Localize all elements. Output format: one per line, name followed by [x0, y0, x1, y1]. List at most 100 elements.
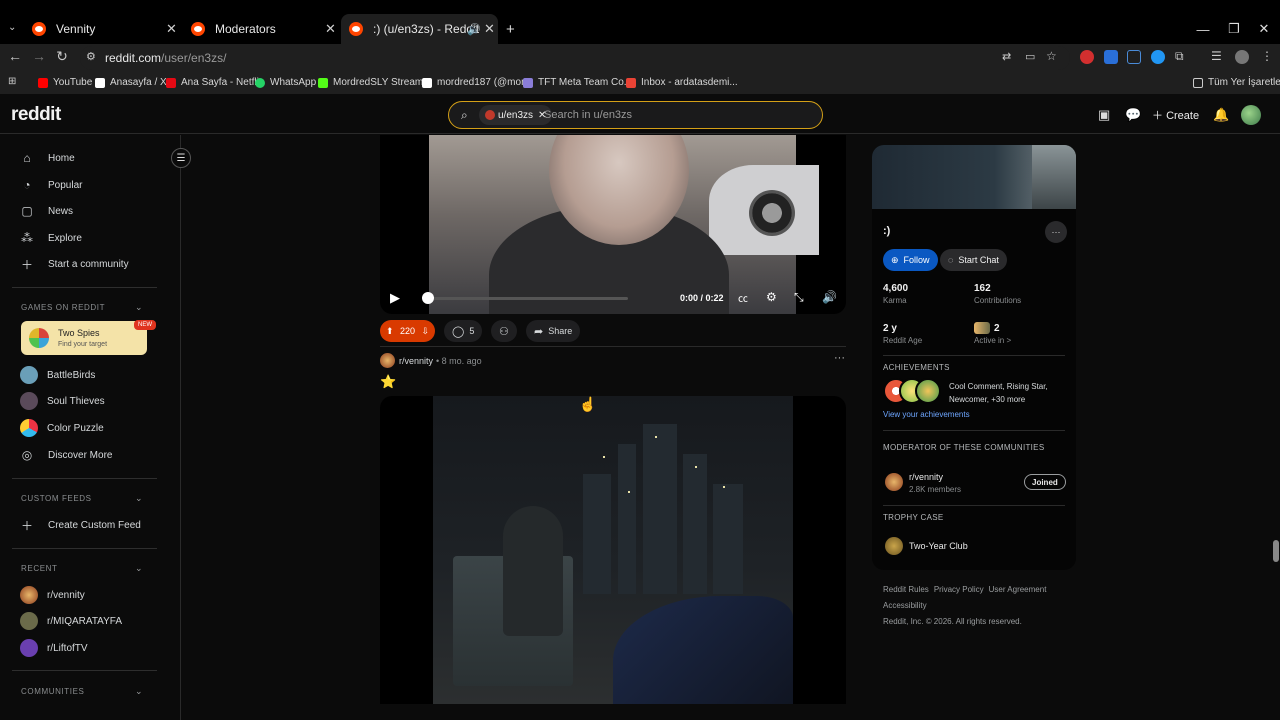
- bookmark-star-icon[interactable]: ☆: [1046, 49, 1057, 63]
- subreddit-avatar[interactable]: [380, 353, 395, 368]
- chevron-down-icon[interactable]: ⌄: [135, 563, 143, 574]
- tab-vennity[interactable]: Vennity ✕: [32, 14, 180, 44]
- create-button[interactable]: ＋ Create: [1152, 107, 1199, 123]
- games-heading[interactable]: GAMES ON REDDIT: [21, 303, 105, 312]
- active-in-link[interactable]: Active in >: [974, 336, 1011, 345]
- extension-red-icon[interactable]: [1080, 50, 1094, 64]
- advertise-icon[interactable]: ▣: [1098, 107, 1110, 123]
- extension-circle-icon[interactable]: [1151, 50, 1165, 64]
- more-options-icon[interactable]: ···: [1045, 221, 1067, 243]
- sidebar-item-explore[interactable]: ⁂ Explore: [20, 227, 82, 249]
- translate-icon[interactable]: ⇄: [1002, 50, 1011, 63]
- post-video-player[interactable]: [380, 396, 846, 704]
- close-icon[interactable]: ✕: [484, 21, 495, 37]
- share-button[interactable]: ➦ Share: [526, 320, 581, 342]
- speaker-icon[interactable]: 🔊: [467, 23, 481, 36]
- bookmark-netflix[interactable]: Ana Sayfa - Netflix: [166, 77, 264, 88]
- sidebar-item-soul-thieves[interactable]: Soul Thieves: [20, 390, 105, 412]
- mod-community-link[interactable]: r/vennity: [909, 472, 943, 482]
- minimize-icon[interactable]: —: [1188, 14, 1218, 44]
- recent-heading[interactable]: RECENT: [21, 564, 58, 573]
- sidebar-item-home[interactable]: ⌂ Home: [20, 147, 74, 169]
- search-bar[interactable]: ⌕ u/en3zs ✕: [448, 101, 823, 129]
- follow-button[interactable]: ⊕ Follow: [883, 249, 938, 271]
- chevron-down-icon[interactable]: ⌄: [135, 493, 143, 504]
- close-icon[interactable]: ✕: [325, 21, 336, 37]
- address-bar[interactable]: ⚙ reddit.com/user/en3zs/ ⇄ ▭ ☆: [80, 46, 1070, 70]
- extensions-puzzle-icon[interactable]: ⧉: [1175, 49, 1184, 64]
- sidebar-item-battlebirds[interactable]: BattleBirds: [20, 364, 95, 386]
- joined-button[interactable]: Joined: [1024, 474, 1066, 490]
- settings-gear-icon[interactable]: ⚙: [766, 290, 777, 304]
- scrollbar-thumb[interactable]: [1273, 540, 1279, 562]
- play-icon[interactable]: ▶: [390, 290, 400, 306]
- notifications-bell-icon[interactable]: 🔔: [1213, 107, 1229, 123]
- community-avatar[interactable]: [885, 473, 903, 491]
- search-input[interactable]: [544, 107, 804, 123]
- upvote-icon[interactable]: ⬆: [386, 326, 394, 337]
- chat-icon[interactable]: 💬: [1125, 107, 1141, 123]
- reload-icon[interactable]: ↻: [52, 48, 72, 65]
- custom-feeds-heading[interactable]: CUSTOM FEEDS: [21, 494, 92, 503]
- bookmark-youtube[interactable]: YouTube: [38, 77, 92, 88]
- video-scrubber-handle[interactable]: [422, 292, 434, 304]
- apps-grid-icon[interactable]: ⊞: [8, 76, 16, 87]
- bookmark-tft[interactable]: TFT Meta Team Co...: [523, 77, 632, 88]
- sidebar-item-create-feed[interactable]: ＋ Create Custom Feed: [20, 514, 141, 536]
- sidebar-item-liftoftv[interactable]: r/LiftofTV: [20, 637, 88, 659]
- tab-profile-active[interactable]: :) (u/en3zs) - Reddit 🔊 ✕: [341, 14, 498, 44]
- sidebar-item-start-community[interactable]: ＋ Start a community: [20, 253, 129, 275]
- view-achievements-link[interactable]: View your achievements: [883, 410, 970, 419]
- downvote-icon[interactable]: ⇩: [421, 326, 429, 337]
- sidebar-item-miqaratayfa[interactable]: r/MIQARATAYFA: [20, 610, 122, 632]
- privacy-policy-link[interactable]: Privacy Policy: [934, 585, 984, 594]
- close-window-icon[interactable]: ✕: [1249, 14, 1279, 44]
- start-chat-button[interactable]: ◌ Start Chat: [940, 249, 1007, 271]
- bookmark-whatsapp[interactable]: WhatsApp: [255, 77, 316, 88]
- search-scope-chip[interactable]: u/en3zs ✕: [479, 105, 553, 125]
- all-bookmarks[interactable]: Tüm Yer İşaretleri: [1193, 77, 1280, 88]
- extension-blue-icon[interactable]: [1104, 50, 1118, 64]
- featured-game-card[interactable]: Two Spies Find your target: [21, 321, 147, 355]
- sidebar-item-vennity[interactable]: r/vennity: [20, 584, 85, 606]
- bookmark-kick[interactable]: MordredSLY Stream...: [318, 77, 432, 88]
- page-scrollbar[interactable]: [1271, 96, 1280, 706]
- forward-icon[interactable]: →: [29, 48, 49, 64]
- user-agreement-link[interactable]: User Agreement: [989, 585, 1047, 594]
- volume-icon[interactable]: 🔊: [822, 290, 837, 304]
- award-button[interactable]: ⚇: [491, 320, 517, 342]
- site-info-icon[interactable]: ⚙: [86, 50, 96, 63]
- tab-moderators[interactable]: Moderators ✕: [191, 14, 339, 44]
- reddit-logo[interactable]: reddit: [11, 104, 61, 126]
- post-title[interactable]: ⭐: [380, 374, 396, 390]
- user-avatar[interactable]: [1241, 105, 1261, 125]
- communities-heading[interactable]: COMMUNITIES: [21, 687, 85, 696]
- reading-list-icon[interactable]: ☰: [1211, 49, 1222, 63]
- restore-icon[interactable]: ❐: [1219, 14, 1249, 44]
- sidebar-item-discover-more[interactable]: ◎ Discover More: [20, 444, 113, 466]
- sidebar-item-color-puzzle[interactable]: Color Puzzle: [20, 417, 104, 439]
- back-icon[interactable]: ←: [5, 48, 25, 64]
- chevron-down-icon[interactable]: ⌄: [135, 302, 143, 313]
- accessibility-link[interactable]: Accessibility: [883, 601, 927, 610]
- fullscreen-icon[interactable]: ⤡: [794, 290, 804, 305]
- profile-avatar-icon[interactable]: [1235, 50, 1249, 64]
- tab-search-chevron-icon[interactable]: ⌄: [8, 22, 16, 33]
- sidebar-item-popular[interactable]: ◔ Popular: [20, 174, 82, 196]
- collapse-sidebar-button[interactable]: ☰: [171, 148, 191, 168]
- post-video-player[interactable]: ▶ 0:00 / 0:22 ㏄ ⚙ ⤡ 🔊: [380, 135, 846, 314]
- sidebar-item-news[interactable]: ▢ News: [20, 200, 73, 222]
- new-tab-plus-icon[interactable]: +: [506, 21, 515, 38]
- more-options-icon[interactable]: ···: [834, 352, 845, 364]
- extension-pen-icon[interactable]: [1127, 50, 1141, 64]
- subreddit-link[interactable]: r/vennity: [399, 356, 433, 366]
- menu-kebab-icon[interactable]: ⋮: [1261, 49, 1273, 63]
- close-icon[interactable]: ✕: [166, 21, 177, 37]
- chevron-down-icon[interactable]: ⌄: [135, 686, 143, 697]
- bookmark-inbox[interactable]: Inbox - ardatasdemi...: [626, 77, 738, 88]
- bookmark-tiktok[interactable]: mordred187 (@mor...: [422, 77, 532, 88]
- cast-icon[interactable]: ▭: [1025, 50, 1035, 63]
- captions-icon[interactable]: ㏄: [738, 290, 748, 305]
- reddit-rules-link[interactable]: Reddit Rules: [883, 585, 929, 594]
- video-progress-bar[interactable]: [428, 297, 628, 300]
